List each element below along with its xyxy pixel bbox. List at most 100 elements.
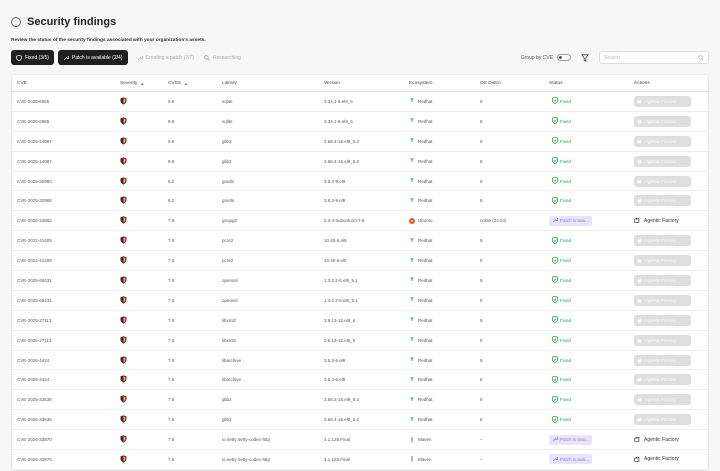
cell-cve[interactable]: CVE-2025-68431	[12, 298, 115, 303]
funnel-icon	[581, 53, 589, 62]
table-row[interactable]: CVE-2025-6965 9.8 sqlite 3.34.1-6.el9_6 Υ Red…	[12, 92, 708, 112]
cell-cve[interactable]: CVE-2025-14087	[12, 139, 115, 144]
cve-id[interactable]: CVE-2025-32990	[17, 179, 52, 184]
table-row[interactable]: CVE-2026-4424 7.5 libarchive 3.5.3-6.el9 Υ Re…	[12, 351, 708, 371]
agentic-factory-button[interactable]: Agentic Factory	[634, 455, 679, 464]
cell-cve[interactable]: CVE-2025-14087	[12, 159, 115, 164]
table-row[interactable]: CVE-2026-33870 7.5 io.netty:netty-codec-ht…	[12, 450, 708, 470]
creating-patch-filter-chip[interactable]: Creating a patch (7/7)	[132, 50, 199, 65]
agentic-factory-button[interactable]: Agentic Factory	[634, 216, 679, 225]
cell-cve[interactable]: CVE-2022-41409	[12, 238, 115, 243]
search-input[interactable]: Search	[599, 51, 709, 64]
cell-actions: Agentic Factory	[629, 95, 710, 107]
magnifier-icon	[204, 54, 210, 61]
patch-available-filter-chip[interactable]: Patch is available (2/4)	[57, 50, 128, 65]
cve-id[interactable]: CVE-2025-27113	[17, 338, 51, 343]
status-badge-patch-available[interactable]: Patch is avai...	[549, 454, 593, 465]
cell-os-distro: 8	[475, 377, 544, 382]
factory-icon	[637, 98, 643, 105]
table-row[interactable]: CVE-2025-14087 9.8 glib2 2.68.4-16.el9_6.2 Υ…	[12, 132, 708, 152]
cell-cve[interactable]: CVE-2026-24882	[12, 218, 115, 223]
table-row[interactable]: CVE-2025-6965 9.8 sqlite 3.34.1-6.el9_6 Υ Red…	[12, 112, 708, 132]
cve-id[interactable]: CVE-2025-33636	[17, 417, 52, 422]
cell-cve[interactable]: CVE-2026-33870	[12, 437, 115, 442]
column-header-severity[interactable]: Severity ▲	[115, 81, 163, 86]
cve-id[interactable]: CVE-2026-24882	[17, 218, 52, 223]
cve-id[interactable]: CVE-2025-14087	[17, 139, 52, 144]
cell-cve[interactable]: CVE-2025-32988	[12, 198, 115, 203]
version-text: 2.9.13-12.el9_6	[324, 317, 356, 323]
cve-id[interactable]: CVE-2025-32988	[17, 198, 52, 203]
cve-id[interactable]: CVE-2025-27113	[17, 318, 51, 323]
cve-id[interactable]: CVE-2022-41409	[17, 258, 52, 263]
cell-ecosystem: Υ Redhat	[404, 297, 475, 303]
table-row[interactable]: CVE-2025-33636 7.5 glib2 2.68.4-16.el9_6.2 Υ…	[12, 410, 708, 431]
column-header-os-distro[interactable]: OS Distro	[475, 81, 544, 86]
cell-cve[interactable]: CVE-2025-27113	[12, 338, 115, 343]
cve-id[interactable]: CVE-2025-14087	[17, 159, 52, 164]
cell-ecosystem: Υ Redhat	[404, 317, 475, 323]
table-row[interactable]: CVE-2025-33636 7.5 glib2 2.68.4-16.el9_6.2 Υ…	[12, 390, 708, 411]
status-badge-patch-available[interactable]: Patch is avai...	[549, 215, 593, 226]
researching-filter-chip[interactable]: Researching	[199, 50, 246, 65]
column-header-cvss[interactable]: CVSS ▲	[163, 81, 217, 86]
table-row[interactable]: CVE-2025-32988 8.2 gnutls 3.8.3-9.el9 Υ Redha…	[12, 191, 708, 212]
cve-id[interactable]: CVE-2026-4424	[17, 358, 49, 363]
severity-icon	[120, 137, 127, 146]
fixed-filter-chip[interactable]: Fixed (3/5)	[11, 50, 54, 65]
cve-id[interactable]: CVE-2025-68431	[17, 298, 52, 303]
table-row[interactable]: CVE-2025-27113 7.5 libxml2 2.9.13-12.el9_6 Υ…	[12, 311, 708, 331]
cell-ecosystem: Υ Redhat	[404, 417, 475, 423]
cell-cve[interactable]: CVE-2025-6965	[12, 99, 115, 104]
sort-icon[interactable]: ▲	[184, 81, 188, 86]
cve-id[interactable]: CVE-2025-6965	[17, 119, 49, 124]
column-header-version[interactable]: Version	[319, 81, 404, 86]
column-header-ecosystem[interactable]: Ecosystem	[404, 81, 475, 86]
cell-cve[interactable]: CVE-2026-33870	[12, 457, 115, 462]
sort-icon[interactable]: ▲	[140, 81, 144, 86]
table-row[interactable]: CVE-2026-4424 7.5 libarchive 3.5.3-6.el9 Υ Re…	[12, 370, 708, 391]
table-row[interactable]: CVE-2022-41409 7.5 pcre2 10.40-6.el9 Υ Redhat…	[12, 251, 708, 272]
cell-cve[interactable]: CVE-2025-32990	[12, 179, 115, 184]
cell-status: Fixed	[544, 415, 629, 425]
cell-cve[interactable]: CVE-2022-41409	[12, 258, 115, 263]
cell-cve[interactable]: CVE-2025-6965	[12, 119, 115, 124]
table-row[interactable]: CVE-2025-32990 8.2 gnutls 3.8.3-9.el9 Υ Redha…	[12, 172, 708, 192]
cell-cve[interactable]: CVE-2025-33636	[12, 397, 115, 402]
table-row[interactable]: CVE-2025-68431 7.5 openssl 1:3.2.2-6.el9_5.…	[12, 271, 708, 291]
cve-id[interactable]: CVE-2026-33870	[17, 457, 52, 462]
severity-icon	[120, 455, 127, 464]
cve-id[interactable]: CVE-2025-6965	[17, 99, 49, 104]
column-header-library[interactable]: Library	[217, 81, 319, 86]
table-row[interactable]: CVE-2026-24882 7.8 gnupg2 2.4.4-3ubuntu10.7…	[12, 211, 708, 232]
status-badge-patch-available[interactable]: Patch is avai...	[549, 434, 593, 445]
cell-cve[interactable]: CVE-2026-4424	[12, 377, 115, 382]
table-row[interactable]: CVE-2022-41409 7.5 pcre2 10.40-6.el9 Υ Redhat…	[12, 231, 708, 252]
cell-status: Patch is avai...	[544, 434, 629, 445]
group-by-cve-toggle[interactable]	[557, 54, 571, 61]
cell-cve[interactable]: CVE-2026-4424	[12, 358, 115, 363]
table-row[interactable]: CVE-2026-33870 7.5 io.netty:netty-codec-ht…	[12, 430, 708, 451]
table-row[interactable]: CVE-2025-68431 7.5 openssl 1:3.2.2-6.el9_5.…	[12, 291, 708, 311]
cell-cve[interactable]: CVE-2025-68431	[12, 278, 115, 283]
column-label: CVE	[17, 80, 27, 86]
cve-id[interactable]: CVE-2025-33636	[17, 397, 52, 402]
cell-status: Fixed	[544, 236, 629, 246]
cvss-score: 7.5	[168, 397, 175, 403]
cell-cve[interactable]: CVE-2025-33636	[12, 417, 115, 422]
column-header-status[interactable]: Status	[544, 81, 629, 86]
cve-id[interactable]: CVE-2026-33870	[17, 437, 52, 442]
filter-funnel-button[interactable]	[580, 53, 590, 63]
table-row[interactable]: CVE-2025-27113 7.5 libxml2 2.9.13-12.el9_6 Υ…	[12, 331, 708, 351]
cell-library: libarchive	[217, 358, 319, 363]
agentic-factory-button[interactable]: Agentic Factory	[634, 435, 679, 444]
column-header-cve[interactable]: CVE	[12, 81, 115, 86]
cell-status: Fixed	[544, 335, 629, 345]
cell-ecosystem: Υ Redhat	[404, 158, 475, 164]
cve-id[interactable]: CVE-2025-68431	[17, 278, 52, 283]
redhat-logo-icon: Υ	[409, 118, 414, 125]
table-row[interactable]: CVE-2025-14087 9.8 glib2 2.68.4-16.el9_6.2 Υ…	[12, 152, 708, 172]
cell-cve[interactable]: CVE-2025-27113	[12, 318, 115, 323]
cve-id[interactable]: CVE-2022-41409	[17, 238, 52, 243]
cve-id[interactable]: CVE-2026-4424	[17, 377, 49, 382]
